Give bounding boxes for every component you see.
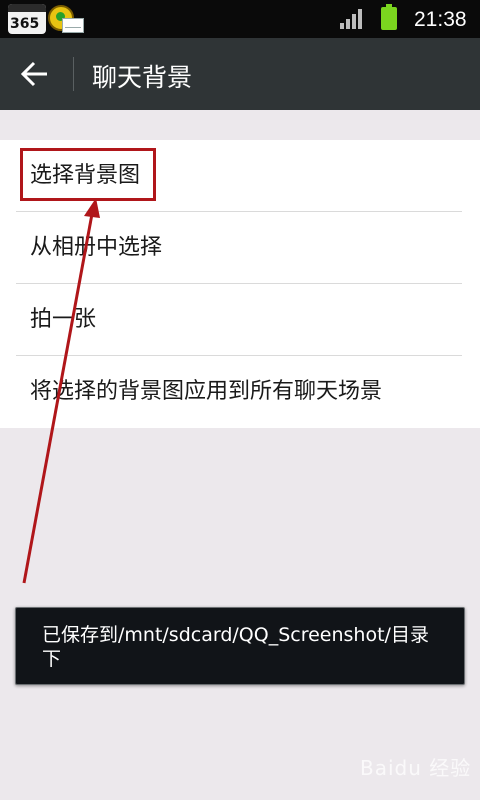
status-clock: 21:38 <box>414 8 467 31</box>
app-badge-text: 365 <box>10 16 40 32</box>
toast-message: 已保存到/mnt/sdcard/QQ_Screenshot/目录下 <box>42 624 429 670</box>
title-bar <box>0 38 480 110</box>
battery-icon <box>381 4 397 30</box>
list-item-from-album[interactable]: 从相册中选择 <box>16 212 462 284</box>
status-bar: 365 21:38 <box>0 0 480 38</box>
list-item-label: 拍一张 <box>30 307 97 332</box>
page-title: 聊天背景 <box>92 63 193 92</box>
baidu-watermark: Baidu 经验 <box>360 756 472 780</box>
toast-notification: 已保存到/mnt/sdcard/QQ_Screenshot/目录下 <box>15 607 465 685</box>
list-item-label: 从相册中选择 <box>30 235 163 260</box>
list-item-take-photo[interactable]: 拍一张 <box>16 284 462 356</box>
mail-notification-icon <box>62 18 84 33</box>
title-divider <box>73 57 74 91</box>
signal-strength-icon <box>340 9 364 29</box>
calendar-365-icon: 365 <box>8 4 46 34</box>
back-arrow-icon <box>20 61 47 87</box>
annotation-highlight-box <box>20 148 156 201</box>
list-item-label: 将选择的背景图应用到所有聊天场景 <box>30 379 383 404</box>
back-button[interactable] <box>18 56 58 94</box>
list-item-apply-to-all-chats[interactable]: 将选择的背景图应用到所有聊天场景 <box>16 356 462 427</box>
